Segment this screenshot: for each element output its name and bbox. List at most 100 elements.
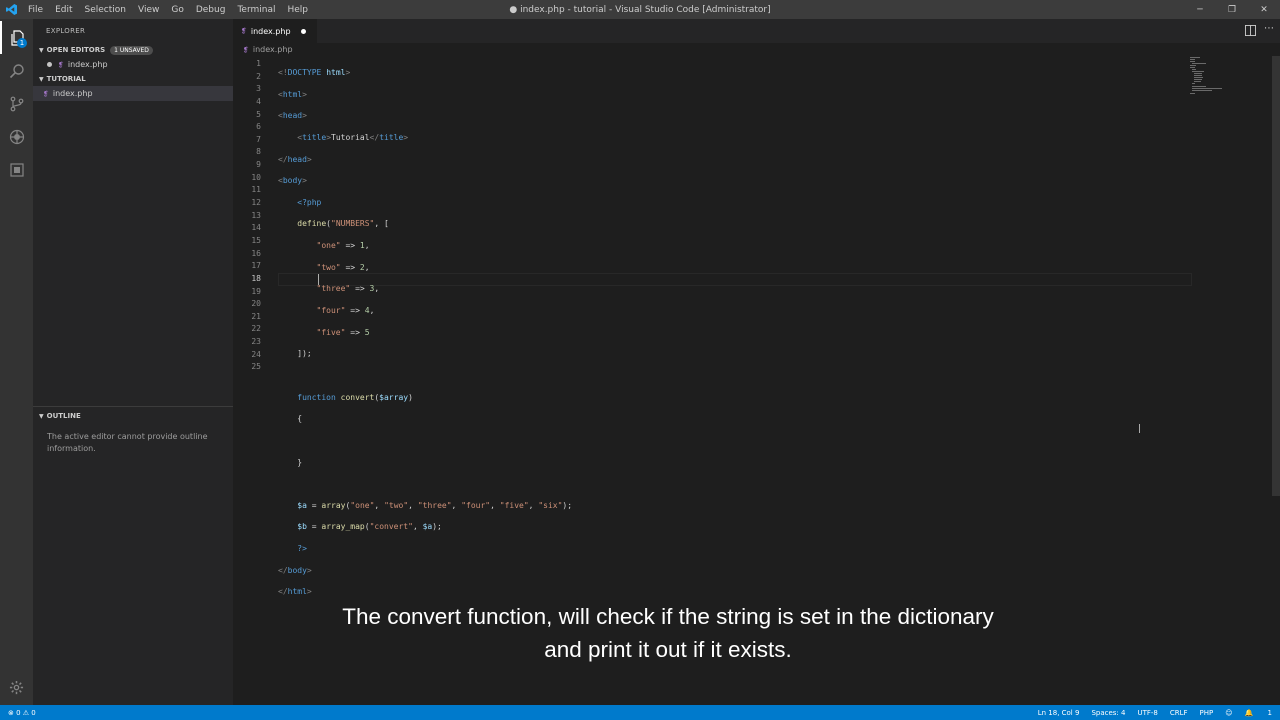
problems-indicator[interactable]: ⊗ 0 ⚠ 0 [0, 709, 36, 717]
line-number: 16 [251, 248, 261, 258]
line-number: 4 [256, 96, 261, 106]
chevron-down-icon: ▼ [39, 75, 44, 83]
chevron-down-icon: ▼ [39, 412, 44, 420]
unsaved-dot-icon[interactable] [300, 28, 306, 34]
line-number: 12 [251, 198, 261, 208]
file-tree-item[interactable]: ❡ index.php [33, 86, 233, 101]
search-activity-button[interactable] [0, 54, 33, 87]
extensions-activity-button[interactable] [0, 153, 33, 186]
line-number: 6 [256, 122, 261, 132]
source-control-icon [10, 96, 23, 111]
line-number: 14 [251, 223, 261, 233]
line-number: 2 [256, 71, 261, 81]
line-numbers-gutter: 1 2 3 4 5 6 7 8 9 10 11 12 13 14 15 16 17 18 19 20 21 22 23 24 2… [233, 58, 261, 374]
code-line: "three" => 3, [316, 284, 380, 294]
line-number: 15 [251, 235, 261, 245]
vertical-scrollbar[interactable] [1272, 56, 1280, 496]
debug-icon [9, 129, 24, 144]
mouse-cursor-icon [1139, 424, 1144, 433]
encoding[interactable]: UTF-8 [1137, 709, 1157, 717]
cursor-position[interactable]: Ln 18, Col 9 [1038, 709, 1080, 717]
notifications-button[interactable]: 🔔 1 [1245, 709, 1272, 717]
warning-icon: ⚠ [20, 708, 32, 717]
open-editors-label: OPEN EDITORS [46, 46, 106, 54]
tab-index-php[interactable]: ❡ index.php [233, 19, 317, 43]
line-number: 25 [251, 362, 261, 372]
code-line: "five" => 5 [316, 327, 370, 337]
unsaved-count-badge: 1 [17, 38, 27, 48]
menu-go[interactable]: Go [165, 5, 189, 15]
menu-view[interactable]: View [132, 5, 165, 15]
menu-edit[interactable]: Edit [49, 5, 78, 15]
explorer-activity-button[interactable]: 1 [0, 21, 33, 54]
feedback-icon[interactable]: ☺ [1225, 709, 1232, 717]
editor-tabs: ❡ index.php ⋯ [233, 19, 1280, 43]
vscode-logo-icon [0, 0, 22, 19]
subtitle-line-2: and print it out if it exists. [544, 637, 792, 662]
outline-label: OUTLINE [46, 412, 81, 420]
subtitle-line-1: The convert function, will check if the … [342, 604, 994, 629]
line-number: 10 [251, 172, 261, 182]
php-file-icon: ❡ [243, 45, 249, 54]
open-editor-filename: index.php [67, 60, 108, 69]
code-line: "two" => 2, [316, 262, 370, 272]
menu-terminal[interactable]: Terminal [231, 5, 281, 15]
menu-selection[interactable]: Selection [79, 5, 132, 15]
line-number: 20 [251, 299, 261, 309]
code-line: <!DOCTYPE html> [278, 68, 351, 77]
more-actions-icon[interactable]: ⋯ [1264, 23, 1274, 34]
line-ending[interactable]: CRLF [1170, 709, 1188, 717]
restore-button[interactable]: ❐ [1216, 0, 1248, 19]
code-line: <title>Tutorial</title> [297, 132, 409, 142]
settings-activity-button[interactable] [0, 671, 33, 704]
breadcrumb[interactable]: ❡ index.php [243, 43, 293, 56]
source-control-activity-button[interactable] [0, 87, 33, 120]
breadcrumb-file: index.php [252, 45, 293, 54]
tab-label: index.php [250, 26, 291, 36]
notification-count: 1 [1267, 708, 1272, 717]
code-line: <html> [278, 89, 307, 99]
code-content[interactable]: <!DOCTYPE html> <html> <head> <title>Tut… [278, 58, 572, 617]
activity-bar: 1 [0, 19, 33, 705]
menu-bar: File Edit Selection View Go Debug Termin… [22, 5, 314, 15]
line-number: 9 [256, 160, 261, 170]
error-icon: ⊗ [8, 708, 17, 717]
explorer-title: EXPLORER [46, 27, 86, 35]
unsaved-badge: 1 UNSAVED [110, 45, 153, 55]
code-line: { [297, 414, 303, 424]
line-number: 13 [251, 210, 261, 220]
line-number: 11 [251, 185, 261, 195]
outline-panel: ▼ OUTLINE The active editor cannot provi… [33, 406, 233, 463]
language-mode[interactable]: PHP [1200, 709, 1214, 717]
line-number: 3 [256, 84, 261, 94]
chevron-down-icon: ▼ [39, 46, 44, 54]
close-button[interactable]: ✕ [1248, 0, 1280, 19]
menu-help[interactable]: Help [281, 5, 314, 15]
code-line: define("NUMBERS", [ [297, 219, 389, 229]
status-bar: ⊗ 0 ⚠ 0 Ln 18, Col 9 Spaces: 4 UTF-8 CRL… [0, 705, 1280, 720]
indentation[interactable]: Spaces: 4 [1091, 709, 1125, 717]
minimap[interactable] [1188, 56, 1238, 96]
code-line: </body> [278, 565, 312, 575]
line-number: 23 [251, 337, 261, 347]
line-number: 22 [251, 324, 261, 334]
outline-message: The active editor cannot provide outline… [47, 432, 208, 453]
debug-activity-button[interactable] [0, 120, 33, 153]
unsaved-dot-icon [47, 62, 52, 67]
tutorial-folder-header[interactable]: ▼ TUTORIAL [33, 72, 233, 86]
line-number: 7 [256, 134, 261, 144]
code-line: "four" => 4, [316, 306, 375, 316]
split-editor-icon[interactable] [1245, 25, 1256, 36]
minimize-button[interactable]: ─ [1184, 0, 1216, 19]
line-number: 5 [256, 109, 261, 119]
warning-count: 0 [31, 708, 36, 717]
menu-debug[interactable]: Debug [190, 5, 232, 15]
code-line: ?> [297, 544, 307, 554]
video-subtitle: The convert function, will check if the … [233, 600, 1103, 666]
outline-header[interactable]: ▼ OUTLINE [33, 409, 233, 423]
menu-file[interactable]: File [22, 5, 49, 15]
open-editor-item[interactable]: ❡ index.php [33, 57, 233, 72]
open-editors-header[interactable]: ▼ OPEN EDITORS 1 UNSAVED [33, 43, 233, 57]
